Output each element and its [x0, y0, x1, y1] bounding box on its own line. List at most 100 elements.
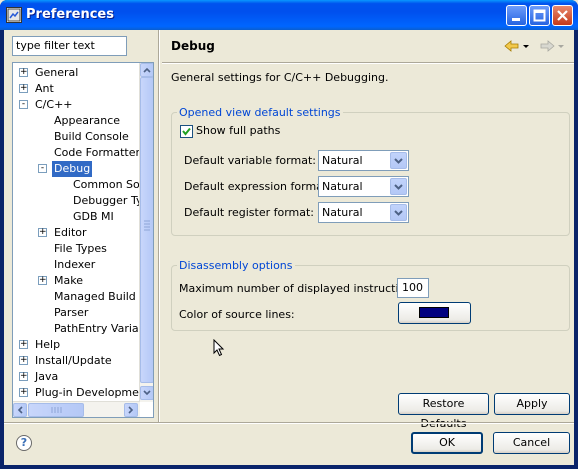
title-bar[interactable]: Preferences [0, 0, 578, 30]
tree-item-label: Appearance [54, 114, 121, 127]
expand-plus-icon[interactable]: + [19, 68, 28, 77]
scroll-left-button[interactable] [13, 403, 27, 417]
hscroll-thumb[interactable] [28, 403, 84, 417]
expand-plus-icon[interactable]: + [19, 356, 28, 365]
tree-item[interactable]: GDB MI [13, 209, 139, 225]
tree-item-label: GDB MI [73, 210, 114, 223]
cancel-button[interactable]: Cancel [493, 432, 570, 454]
max-instructions-label: Maximum number of displayed instructions… [179, 282, 422, 295]
header-separator [162, 62, 574, 64]
tree-item[interactable]: Managed Build [13, 289, 139, 305]
opened-view-settings-group: Opened view default settings Show full p… [171, 106, 570, 236]
tree-item-label: Java [35, 370, 59, 383]
tree-item[interactable]: Indexer [13, 257, 139, 273]
expand-plus-icon[interactable]: + [19, 340, 28, 349]
tree-item-label: Indexer [54, 258, 96, 271]
register-format-value: Natural [322, 206, 363, 219]
tree-item[interactable]: + General [13, 65, 139, 81]
scroll-right-button[interactable] [124, 403, 138, 417]
tree-item[interactable]: + Help [13, 337, 139, 353]
tree-item[interactable]: + Editor [13, 225, 139, 241]
tree-item-label: Plug-in Development [35, 386, 151, 399]
tree-item[interactable]: Common Sour [13, 177, 151, 193]
back-history-chevron-icon[interactable] [522, 39, 530, 53]
help-icon[interactable]: ? [16, 435, 32, 451]
show-full-paths-checkbox[interactable] [180, 125, 193, 138]
chevron-down-icon[interactable] [390, 152, 407, 169]
tree-item[interactable]: + Make [13, 273, 139, 289]
scroll-up-button[interactable] [140, 63, 153, 77]
minimize-button[interactable] [506, 5, 527, 26]
tree-item-label: Code Formatter [54, 146, 141, 159]
tree-item-label: Help [35, 338, 61, 351]
tree-item-label: Ant [35, 82, 54, 95]
expand-plus-icon[interactable]: + [38, 276, 47, 285]
mouse-cursor-icon [213, 338, 225, 360]
scroll-down-button[interactable] [140, 386, 153, 400]
tree-item[interactable]: Parser [13, 305, 139, 321]
tree-item-label: C/C++ [35, 98, 73, 111]
expand-plus-icon[interactable]: + [19, 388, 28, 397]
page-title: Debug [171, 39, 215, 53]
expression-format-value: Natural [322, 180, 363, 193]
apply-button[interactable]: Apply [494, 393, 570, 415]
tree-item[interactable]: - C/C++ [13, 97, 139, 113]
preferences-window: Preferences type filter text + Plug-in De… [0, 0, 578, 469]
forward-history-chevron-icon[interactable] [557, 39, 565, 53]
tree-item-label: Debug [52, 161, 93, 177]
tree-item-label: Managed Build [54, 290, 136, 303]
back-arrow-icon[interactable] [504, 39, 520, 53]
collapse-minus-icon[interactable]: - [19, 100, 28, 109]
tree-item[interactable]: + Plug-in Development [13, 385, 150, 401]
tree-item-label: Build Console [54, 130, 129, 143]
restore-defaults-button[interactable]: Restore Defaults [398, 393, 489, 430]
tree-item[interactable]: - Debug [13, 161, 139, 177]
scroll-thumb[interactable] [140, 77, 153, 383]
disassembly-options-group: Disassembly options Maximum number of di… [171, 259, 570, 331]
tree-item[interactable]: Debugger Typ [13, 193, 149, 209]
tree-item-label: General [35, 66, 79, 79]
register-format-label: Default register format: [184, 206, 315, 219]
tree-item[interactable]: Build Console [13, 129, 139, 145]
color-picker-button[interactable] [398, 302, 471, 324]
variable-format-value: Natural [322, 154, 363, 167]
color-source-lines-label: Color of source lines: [179, 308, 295, 321]
tree-item[interactable]: Appearance [13, 113, 139, 129]
variable-format-select[interactable]: Natural [318, 150, 409, 171]
page-description: General settings for C/C++ Debugging. [171, 71, 389, 84]
opened-view-settings-title: Opened view default settings [177, 106, 343, 119]
ok-button[interactable]: OK [411, 432, 483, 454]
tree-item-label: PathEntry Variabl [54, 322, 149, 335]
expand-plus-icon[interactable]: + [19, 84, 28, 93]
tree-vertical-scrollbar[interactable] [139, 63, 153, 402]
pane-divider[interactable] [158, 30, 160, 422]
expression-format-label: Default expression format: [184, 180, 331, 193]
tree-item[interactable]: File Types [13, 241, 139, 257]
forward-arrow-icon[interactable] [539, 39, 555, 53]
tree-item[interactable]: + Install/Update [13, 353, 139, 369]
maximize-button[interactable] [529, 5, 550, 26]
chevron-down-icon[interactable] [390, 178, 407, 195]
show-full-paths-label: Show full paths [196, 124, 281, 137]
expression-format-select[interactable]: Natural [318, 176, 409, 197]
tree-item-label: Editor [54, 226, 87, 239]
chevron-down-icon[interactable] [390, 204, 407, 221]
color-swatch [419, 307, 449, 318]
expand-plus-icon[interactable]: + [19, 372, 28, 381]
tree-item[interactable]: + Ant [13, 81, 139, 97]
register-format-select[interactable]: Natural [318, 202, 409, 223]
collapse-minus-icon[interactable]: - [38, 164, 47, 173]
footer-separator [4, 422, 574, 424]
tree-item[interactable]: Code Formatter [13, 145, 141, 161]
expand-plus-icon[interactable]: + [38, 228, 47, 237]
tree-item-label: File Types [54, 242, 107, 255]
tree-horizontal-scrollbar[interactable] [13, 401, 140, 417]
tree-item[interactable]: + Java [13, 369, 139, 385]
dialog-client-area: type filter text + Plug-in Development + Ja… [4, 30, 574, 465]
close-button[interactable] [552, 5, 573, 26]
max-instructions-input[interactable]: 100 [397, 278, 429, 298]
filter-input[interactable]: type filter text [12, 36, 127, 56]
tree-item[interactable]: PathEntry Variabl [13, 321, 149, 337]
variable-format-label: Default variable format: [184, 154, 316, 167]
app-icon [6, 7, 22, 23]
